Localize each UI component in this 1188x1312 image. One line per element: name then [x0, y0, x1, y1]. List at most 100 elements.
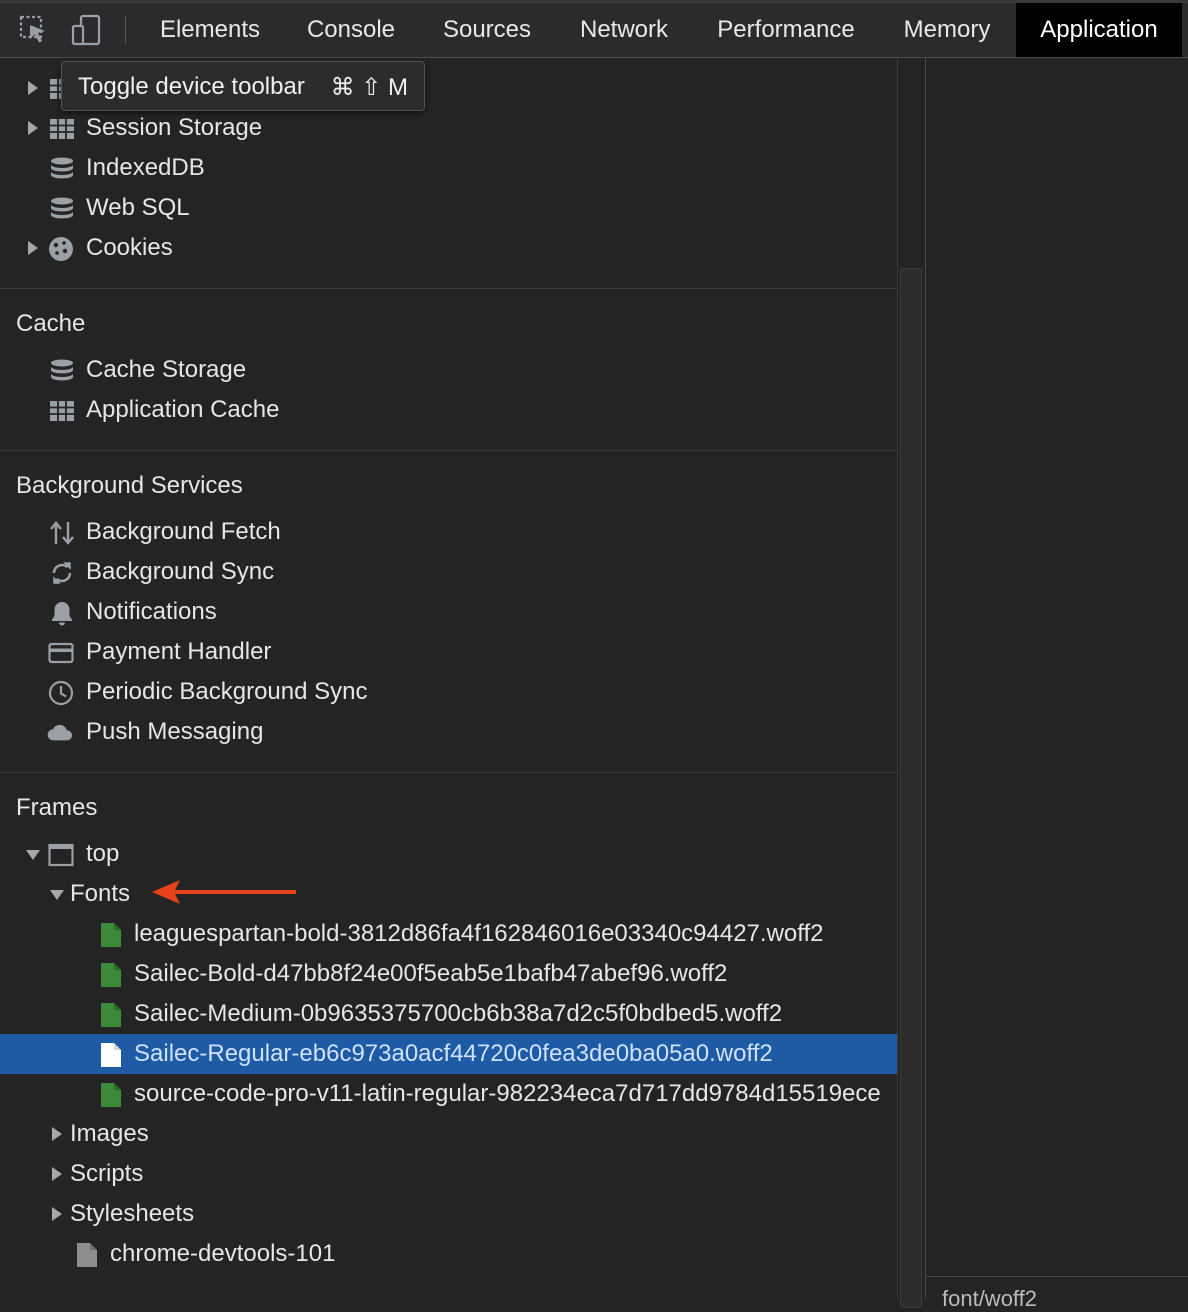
- database-icon: [51, 197, 73, 219]
- tree-item-label: Notifications: [86, 598, 217, 625]
- expand-arrow-icon[interactable]: [52, 1127, 62, 1141]
- tree-item-fonts-folder[interactable]: Fonts: [0, 874, 897, 914]
- tree-item-label: Sailec-Regular-eb6c973a0acf44720c0fea3de…: [134, 1040, 773, 1067]
- tooltip-text: Toggle device toolbar: [78, 73, 305, 100]
- tree-item-push-messaging[interactable]: Push Messaging: [0, 712, 897, 752]
- tree-item-notifications[interactable]: Notifications: [0, 592, 897, 632]
- tab-console[interactable]: Console: [290, 3, 412, 57]
- frame-window-icon: [48, 843, 74, 867]
- tree-item-label: chrome-devtools-101: [110, 1240, 336, 1267]
- devtools-toolbar: Elements Console Sources Network Perform…: [0, 0, 1188, 58]
- inspect-element-icon[interactable]: [18, 14, 50, 46]
- tab-sources[interactable]: Sources: [426, 3, 548, 57]
- tree-item-label: leaguespartan-bold-3812d86fa4f162846016e…: [134, 920, 824, 947]
- tree-item-session-storage[interactable]: Session Storage: [0, 108, 897, 148]
- table-icon: [50, 401, 74, 421]
- database-icon: [51, 157, 73, 179]
- tree-item-label: Scripts: [70, 1160, 144, 1187]
- cookie-icon: [49, 237, 73, 261]
- tree-item-label: Stylesheets: [70, 1200, 195, 1227]
- tree-item-periodic-background-sync[interactable]: Periodic Background Sync: [0, 672, 897, 712]
- tree-item-background-fetch[interactable]: Background Fetch: [0, 512, 897, 552]
- expand-arrow-icon[interactable]: [28, 241, 38, 255]
- table-icon: [50, 119, 74, 139]
- tree-item-label: source-code-pro-v11-latin-regular-982234…: [134, 1080, 881, 1107]
- tree-item-label: IndexedDB: [86, 154, 205, 181]
- tree-item-images-folder[interactable]: Images: [0, 1114, 897, 1154]
- database-icon: [51, 359, 73, 381]
- tab-performance[interactable]: Performance: [700, 3, 872, 57]
- tree-item-cache-storage[interactable]: Cache Storage: [0, 350, 897, 390]
- tree-item-label: Push Messaging: [86, 718, 264, 745]
- tree-item-cookies[interactable]: Cookies: [0, 228, 897, 268]
- collapse-arrow-icon[interactable]: [26, 850, 40, 860]
- file-icon: [101, 923, 121, 947]
- tree-item-label: Sailec-Bold-d47bb8f24e00f5eab5e1bafb47ab…: [134, 960, 728, 987]
- file-icon: [101, 1083, 121, 1107]
- device-toolbar-tooltip: Toggle device toolbar ⌘ ⇧ M: [61, 61, 425, 111]
- document-icon: [77, 1243, 97, 1267]
- sidebar-scrollbar[interactable]: [897, 58, 925, 1308]
- application-sidebar: Session Storage IndexedDB Web SQL Cookie…: [0, 58, 897, 1298]
- section-title-frames: Frames: [16, 794, 98, 821]
- section-divider: [0, 450, 897, 451]
- tree-item-background-sync[interactable]: Background Sync: [0, 552, 897, 592]
- expand-arrow-icon[interactable]: [52, 1167, 62, 1181]
- tree-item-application-cache[interactable]: Application Cache: [0, 390, 897, 430]
- file-icon: [101, 1003, 121, 1027]
- annotation-arrow-icon: [152, 880, 296, 904]
- tree-item-label: Payment Handler: [86, 638, 272, 665]
- tree-item-label: Background Fetch: [86, 518, 281, 545]
- resource-preview-pane: font/woff2: [926, 58, 1188, 1311]
- tree-item-payment-handler[interactable]: Payment Handler: [0, 632, 897, 672]
- tree-item-label: Application Cache: [86, 396, 280, 423]
- bell-icon: [52, 602, 72, 626]
- tree-item-font-file-selected[interactable]: Sailec-Regular-eb6c973a0acf44720c0fea3de…: [0, 1034, 897, 1074]
- tree-item-font-file[interactable]: Sailec-Bold-d47bb8f24e00f5eab5e1bafb47ab…: [0, 954, 897, 994]
- clock-icon: [48, 680, 74, 706]
- tree-item-label: top: [86, 840, 120, 867]
- tree-item-scripts-folder[interactable]: Scripts: [0, 1154, 897, 1194]
- expand-arrow-icon[interactable]: [52, 1207, 62, 1221]
- device-toolbar-icon[interactable]: [70, 14, 102, 46]
- cloud-icon: [47, 724, 73, 741]
- expand-arrow-icon[interactable]: [28, 121, 38, 135]
- tree-item-font-file[interactable]: Sailec-Medium-0b9635375700cb6b38a7d2c5f0…: [0, 994, 897, 1034]
- tree-item-stylesheets-folder[interactable]: Stylesheets: [0, 1194, 897, 1234]
- tree-item-frame-top[interactable]: top: [0, 834, 897, 874]
- tree-item-font-file[interactable]: leaguespartan-bold-3812d86fa4f162846016e…: [0, 914, 897, 954]
- section-divider: [0, 288, 897, 289]
- credit-card-icon: [48, 642, 74, 664]
- tree-item-label: Session Storage: [86, 114, 263, 141]
- expand-arrow-icon[interactable]: [28, 81, 38, 95]
- collapse-arrow-icon[interactable]: [50, 890, 64, 900]
- file-icon: [101, 1043, 121, 1067]
- section-title-background-services: Background Services: [16, 472, 243, 499]
- tree-item-document[interactable]: chrome-devtools-101: [0, 1234, 897, 1274]
- scrollbar-thumb[interactable]: [900, 268, 922, 1308]
- section-divider: [0, 772, 897, 773]
- tab-application[interactable]: Application: [1016, 3, 1182, 57]
- tree-item-label: Cache Storage: [86, 356, 247, 383]
- tree-item-label: Cookies: [86, 234, 173, 261]
- tree-item-label: Fonts: [70, 880, 131, 907]
- tree-item-web-sql[interactable]: Web SQL: [0, 188, 897, 228]
- tab-network[interactable]: Network: [562, 3, 686, 57]
- tab-memory[interactable]: Memory: [886, 3, 1008, 57]
- tree-item-indexeddb[interactable]: IndexedDB: [0, 148, 897, 188]
- toolbar-separator: [125, 16, 126, 44]
- preview-divider: [926, 1276, 1188, 1277]
- tree-item-label: Web SQL: [86, 194, 190, 221]
- sync-icon: [52, 562, 72, 584]
- preview-mime-text: font/woff2: [942, 1286, 1037, 1311]
- tab-elements[interactable]: Elements: [143, 3, 277, 57]
- tree-item-label: Background Sync: [86, 558, 275, 585]
- section-title-cache: Cache: [16, 310, 86, 337]
- tree-item-font-file[interactable]: source-code-pro-v11-latin-regular-982234…: [0, 1074, 897, 1114]
- tree-item-label: Periodic Background Sync: [86, 678, 368, 705]
- up-down-arrows-icon: [50, 521, 74, 545]
- tooltip-shortcut: ⌘ ⇧ M: [330, 74, 408, 101]
- tree-item-label: Images: [70, 1120, 149, 1147]
- file-icon: [101, 963, 121, 987]
- tree-item-label: Sailec-Medium-0b9635375700cb6b38a7d2c5f0…: [134, 1000, 783, 1027]
